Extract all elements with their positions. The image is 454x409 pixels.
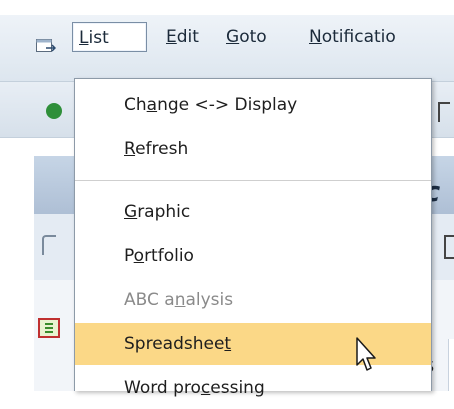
menu-notification-label-post: otificatio xyxy=(321,27,396,47)
menu-item-label-pre: Ch xyxy=(124,95,147,115)
menu-separator xyxy=(75,180,431,181)
menu-item-mnemonic: G xyxy=(124,202,138,222)
menu-goto-label-post: oto xyxy=(239,27,267,47)
menu-item-word-processing[interactable]: Word processing xyxy=(75,367,431,409)
spreadsheet-icon[interactable] xyxy=(38,318,60,338)
menu-notification[interactable]: Notificatio xyxy=(303,22,454,52)
column-header xyxy=(448,339,454,391)
list-dropdown-menu: Change <-> Display Refresh Graphic Portf… xyxy=(74,78,432,398)
menu-item-change-display[interactable]: Change <-> Display xyxy=(75,84,431,126)
menu-item-abc-analysis: ABC analysis xyxy=(75,279,431,321)
menu-item-label-post: efresh xyxy=(135,139,189,159)
menu-edit-mnemonic: E xyxy=(166,27,177,47)
menu-item-mnemonic: c xyxy=(200,378,211,398)
menu-notification-mnemonic: N xyxy=(309,27,322,47)
menu-item-label-pre: Word pro xyxy=(124,378,201,398)
menu-item-label-post: raphic xyxy=(137,202,191,222)
enter-icon[interactable] xyxy=(46,103,62,119)
menu-item-label-post: essing xyxy=(210,378,265,398)
menu-edit-label-post: dit xyxy=(176,27,199,47)
menu-item-graphic[interactable]: Graphic xyxy=(75,191,431,233)
menu-item-refresh[interactable]: Refresh xyxy=(75,128,431,170)
menu-item-label-pre: Spreadshee xyxy=(124,334,225,354)
menu-item-mnemonic: t xyxy=(224,334,232,354)
menu-item-mnemonic: o xyxy=(133,246,145,266)
menu-list-label-post: ist xyxy=(88,28,109,48)
top-strip xyxy=(0,0,454,15)
menu-item-label-post: nge <-> Display xyxy=(157,95,298,115)
mouse-pointer-icon xyxy=(356,337,376,371)
menu-goto[interactable]: Goto xyxy=(220,22,273,52)
menu-item-mnemonic: a xyxy=(146,95,158,115)
menu-goto-mnemonic: G xyxy=(226,27,240,47)
menu-item-portfolio[interactable]: Portfolio xyxy=(75,235,431,277)
refresh-icon[interactable] xyxy=(42,235,56,255)
menu-item-mnemonic: n xyxy=(174,290,186,310)
menu-item-label-post: rtfolio xyxy=(144,246,194,266)
toolbar-button-partial-2[interactable] xyxy=(444,235,454,259)
menu-item-mnemonic: R xyxy=(124,139,136,159)
menu-item-label-pre: P xyxy=(124,246,134,266)
menu-edit[interactable]: Edit xyxy=(160,22,205,52)
window-exit-icon[interactable] xyxy=(36,39,56,55)
menu-item-label-post: alysis xyxy=(185,290,234,310)
toolbar-button-partial[interactable] xyxy=(438,102,450,122)
menu-list[interactable]: List xyxy=(72,22,147,52)
menu-item-label-pre: ABC a xyxy=(124,290,175,310)
